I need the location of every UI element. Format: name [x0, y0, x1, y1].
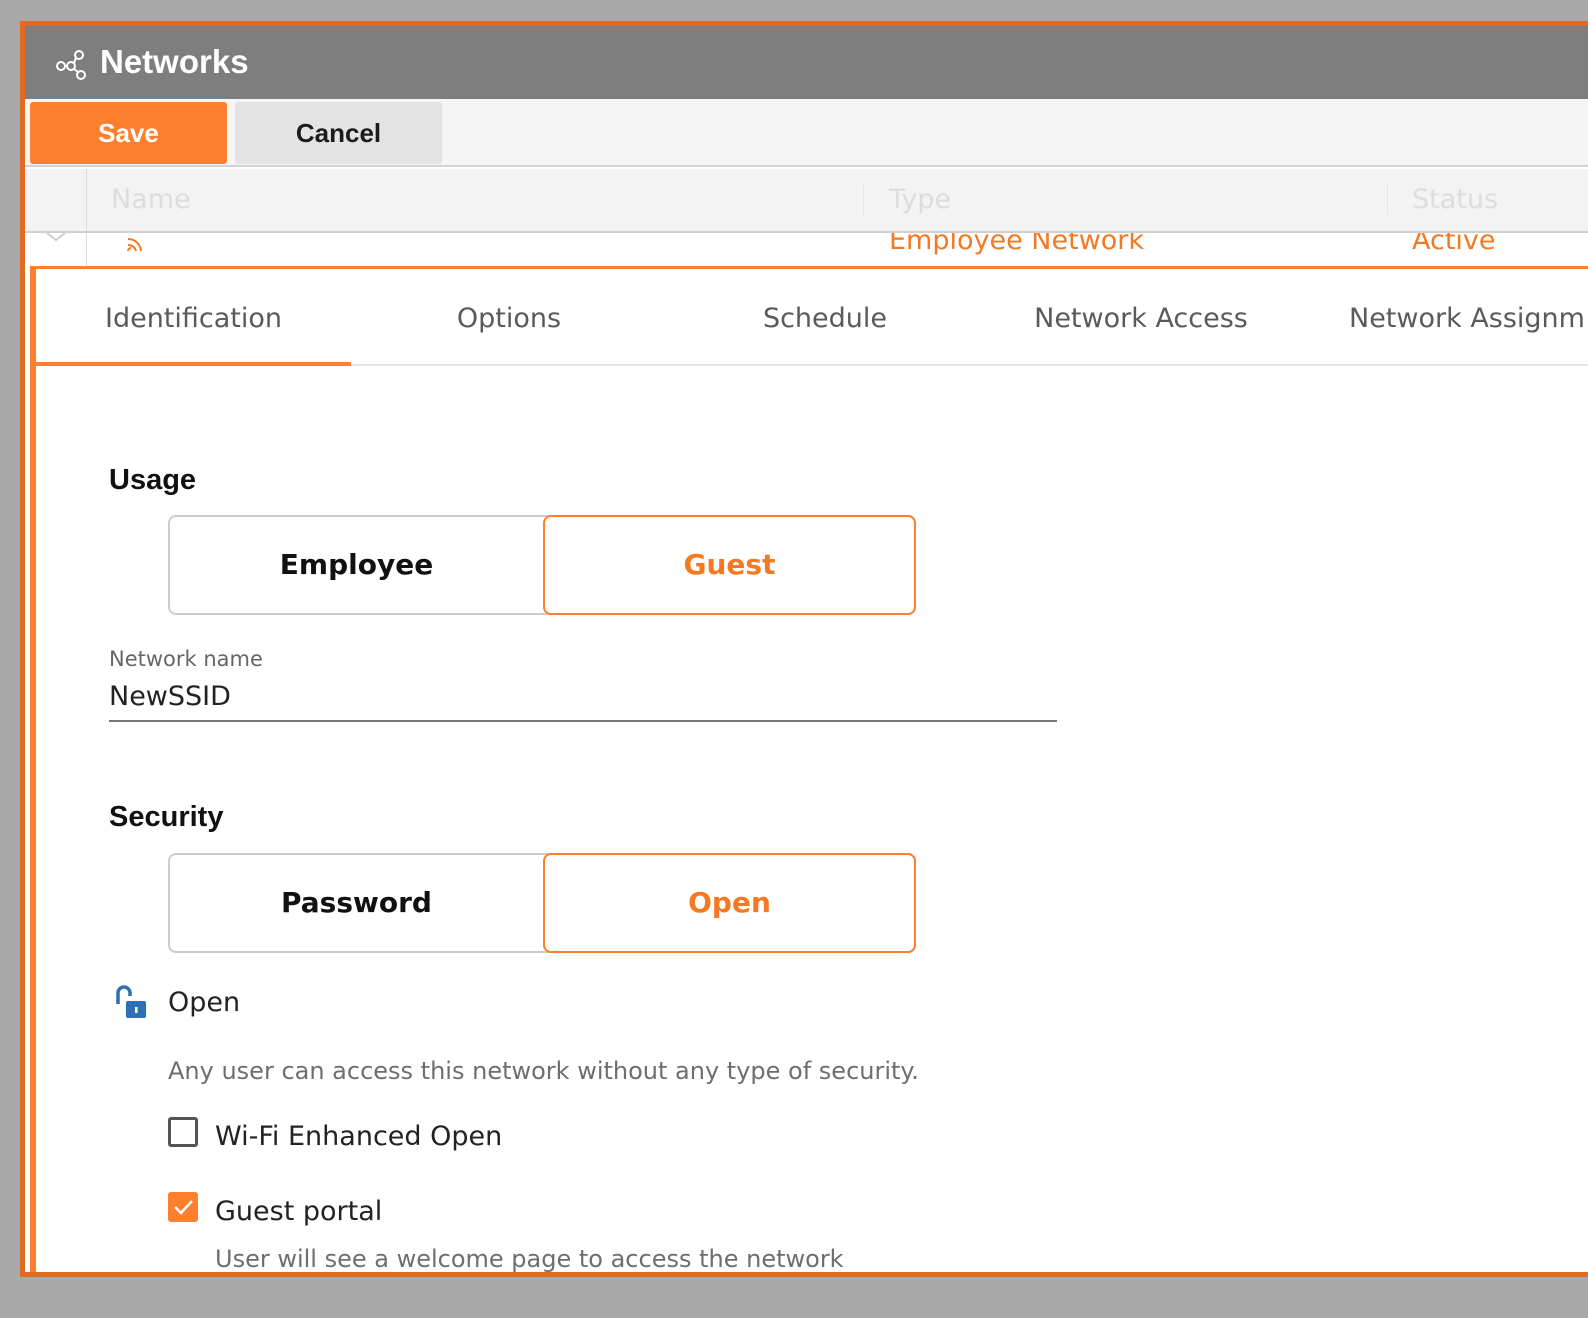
security-password-option[interactable]: Password: [170, 855, 543, 951]
row-type: Employee Network: [889, 233, 1145, 256]
tab-identification[interactable]: Identification: [36, 269, 351, 366]
row-status: Active: [1412, 233, 1496, 256]
usage-employee-option[interactable]: Employee: [170, 517, 543, 613]
wifi-enhanced-open-label[interactable]: Wi-Fi Enhanced Open: [215, 1121, 502, 1152]
unlocked-lock-icon: [116, 985, 146, 1018]
tab-network-access[interactable]: Network Access: [983, 269, 1299, 364]
security-title: Security: [109, 801, 224, 833]
usage-guest-option[interactable]: Guest: [543, 515, 916, 615]
checkmark-icon: [174, 1200, 193, 1215]
security-open-option[interactable]: Open: [543, 853, 916, 953]
table-row[interactable]: Employee Network Active: [25, 233, 1588, 269]
column-header-name[interactable]: Name: [111, 169, 191, 231]
save-button[interactable]: Save: [30, 102, 227, 164]
column-divider[interactable]: [863, 183, 864, 215]
tab-network-assignment[interactable]: Network Assignm: [1299, 269, 1588, 364]
guest-portal-hint: User will see a welcome page to access t…: [215, 1245, 844, 1273]
security-toggle: Password Open: [168, 853, 916, 953]
row-expand-area[interactable]: [25, 233, 87, 269]
toolbar: Save Cancel: [25, 99, 1588, 167]
networks-window: Networks Save Cancel Name Type Status Em…: [20, 21, 1588, 1277]
select-all-column[interactable]: [25, 169, 87, 231]
network-name-input[interactable]: [109, 681, 1057, 722]
column-header-status[interactable]: Status: [1412, 169, 1498, 231]
page-title: Networks: [100, 43, 249, 80]
title-bar: Networks: [25, 26, 1588, 99]
table-header: Name Type Status: [25, 169, 1588, 233]
security-mode-label: Open: [168, 987, 241, 1018]
guest-portal-checkbox[interactable]: [168, 1192, 198, 1222]
tab-schedule[interactable]: Schedule: [667, 269, 983, 364]
tab-options[interactable]: Options: [351, 269, 667, 364]
usage-title: Usage: [109, 464, 197, 496]
network-detail-panel: Identification Options Schedule Network …: [30, 266, 1588, 1273]
cancel-button[interactable]: Cancel: [235, 102, 442, 164]
security-description: Any user can access this network without…: [168, 1057, 919, 1085]
network-name-label: Network name: [109, 647, 263, 671]
network-share-icon: [56, 50, 86, 80]
column-header-type[interactable]: Type: [889, 169, 951, 231]
guest-portal-label[interactable]: Guest portal: [215, 1196, 382, 1227]
tab-bar: Identification Options Schedule Network …: [36, 269, 1588, 366]
chevron-down-icon[interactable]: [45, 233, 67, 243]
usage-toggle: Employee Guest: [168, 515, 916, 615]
wifi-icon: [127, 237, 142, 252]
column-divider[interactable]: [1387, 183, 1388, 215]
wifi-enhanced-open-checkbox[interactable]: [168, 1117, 198, 1147]
